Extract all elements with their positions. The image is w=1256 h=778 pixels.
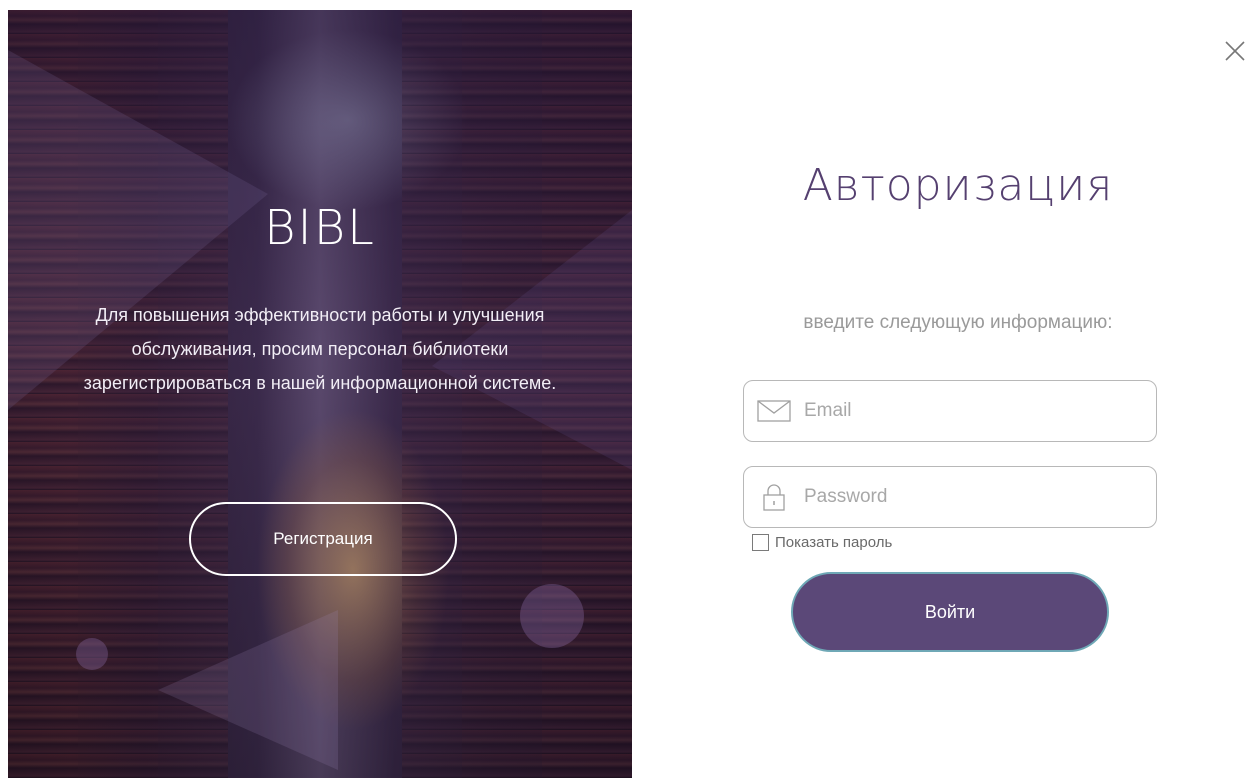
email-input[interactable] xyxy=(802,399,1146,423)
lock-icon xyxy=(756,483,792,511)
close-icon[interactable] xyxy=(1224,40,1246,62)
page-title: Авторизация xyxy=(802,160,1114,211)
hero-panel: BIBL Для повышения эффективности работы … xyxy=(8,10,632,778)
circle-decoration xyxy=(520,584,584,648)
envelope-icon xyxy=(756,397,792,425)
circle-decoration xyxy=(76,638,108,670)
form-subtitle: введите следующую информацию: xyxy=(803,312,1113,333)
show-password-label: Показать пароль xyxy=(775,534,893,551)
show-password-toggle[interactable]: Показать пароль xyxy=(752,534,892,551)
brand-logo-text: BIBL xyxy=(264,200,376,256)
email-field[interactable] xyxy=(743,380,1157,442)
password-field[interactable] xyxy=(743,466,1157,528)
hero-description: Для повышения эффективности работы и улу… xyxy=(83,305,557,393)
login-page: BIBL Для повышения эффективности работы … xyxy=(0,0,1256,778)
register-button[interactable]: Регистрация xyxy=(189,502,457,576)
password-input[interactable] xyxy=(802,485,1146,509)
show-password-checkbox[interactable] xyxy=(752,534,769,551)
login-button[interactable]: Войти xyxy=(791,572,1109,652)
